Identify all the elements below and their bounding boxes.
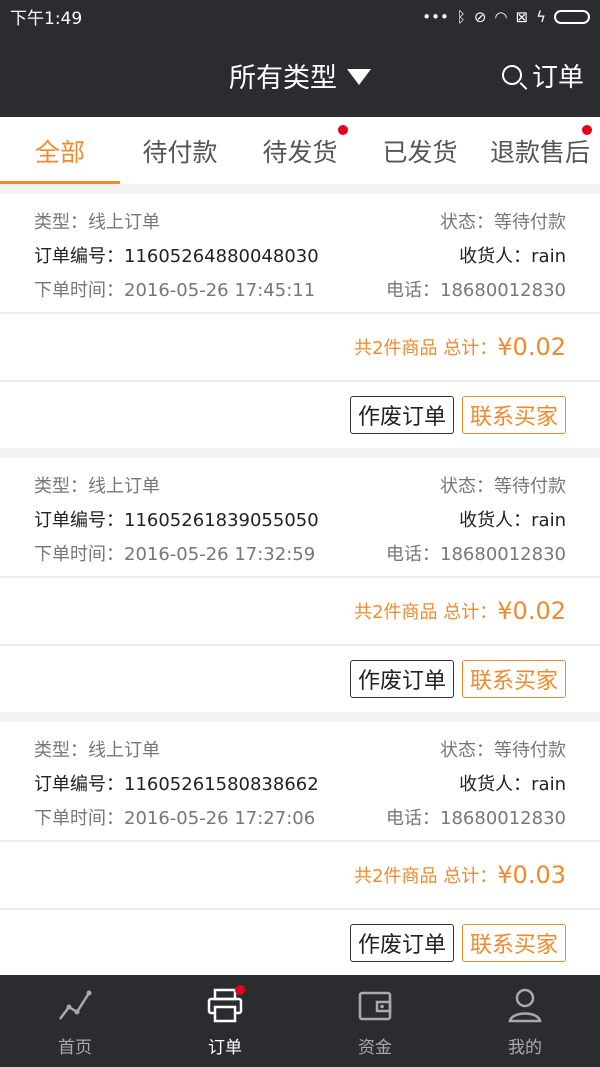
order-search-button[interactable]: 订单 xyxy=(501,33,584,117)
nav-label: 我的 xyxy=(508,1037,542,1058)
tab-label: 退款售后 xyxy=(489,137,590,167)
order-phone: 电话：18680012830 xyxy=(386,280,566,301)
bluetooth-icon: ᛒ xyxy=(456,7,466,26)
order-card[interactable]: 类型：线上订单 状态：等待付款 订单编号：11605264880048030 收… xyxy=(0,194,600,448)
order-time: 下单时间：2016-05-26 17:27:06 xyxy=(34,808,316,829)
tab-label: 待发货 xyxy=(262,137,338,167)
mute-icon: ⊘ xyxy=(473,7,487,26)
contact-buyer-button[interactable]: 联系买家 xyxy=(461,924,566,962)
order-total-label: 共2件商品 总计： xyxy=(354,866,498,887)
order-phone: 电话：18680012830 xyxy=(386,544,566,565)
contact-buyer-button[interactable]: 联系买家 xyxy=(461,660,566,698)
status-icons: ••• ᛒ ⊘ ◠ ⊠ ϟ xyxy=(422,8,590,26)
sim-icon: ⊠ xyxy=(515,7,529,26)
order-total-label: 共2件商品 总计： xyxy=(354,602,498,623)
notification-dot xyxy=(338,125,348,135)
order-receiver: 收货人：rain xyxy=(459,774,566,795)
nav-item-home[interactable]: 首页 xyxy=(0,975,150,1067)
order-receiver: 收货人：rain xyxy=(459,246,566,267)
order-status: 状态：等待付款 xyxy=(440,476,566,497)
order-number: 订单编号：11605264880048030 xyxy=(34,246,319,267)
tab-label: 待付款 xyxy=(142,137,218,167)
tab-shipped[interactable]: 已发货 xyxy=(360,117,480,184)
user-icon xyxy=(508,988,542,1022)
tab-all[interactable]: 全部 xyxy=(0,117,120,184)
nav-label: 订单 xyxy=(208,1037,242,1058)
tab-label: 全部 xyxy=(34,137,85,167)
nav-item-mine[interactable]: 我的 xyxy=(450,975,600,1067)
cancel-order-button[interactable]: 作废订单 xyxy=(349,396,454,434)
order-list: 类型：线上订单 状态：等待付款 订单编号：11605264880048030 收… xyxy=(0,194,600,986)
order-time: 下单时间：2016-05-26 17:45:11 xyxy=(34,280,316,301)
order-actions: 作废订单 联系买家 xyxy=(0,382,600,448)
order-number: 订单编号：11605261580838662 xyxy=(34,774,319,795)
order-info: 类型：线上订单 状态：等待付款 订单编号：11605264880048030 收… xyxy=(0,194,600,314)
contact-buyer-button[interactable]: 联系买家 xyxy=(461,396,566,434)
order-total: 共2件商品 总计： ¥0.03 xyxy=(0,842,600,910)
order-number: 订单编号：11605261839055050 xyxy=(34,510,319,531)
search-icon xyxy=(501,65,522,85)
wifi-icon: ◠ xyxy=(494,7,508,26)
nav-label: 首页 xyxy=(58,1037,92,1058)
tab-pending-payment[interactable]: 待付款 xyxy=(120,117,240,184)
search-label: 订单 xyxy=(531,62,584,93)
status-time: 下午1:49 xyxy=(10,9,83,29)
cancel-order-button[interactable]: 作废订单 xyxy=(349,924,454,962)
nav-item-orders[interactable]: 订单 xyxy=(150,975,300,1067)
order-actions: 作废订单 联系买家 xyxy=(0,646,600,712)
order-receiver: 收货人：rain xyxy=(459,510,566,531)
top-nav: 所有类型 订单 xyxy=(0,33,600,117)
order-total-label: 共2件商品 总计： xyxy=(354,338,498,359)
status-bar: 下午1:49 ••• ᛒ ⊘ ◠ ⊠ ϟ xyxy=(0,0,600,33)
charging-icon: ϟ xyxy=(536,7,546,26)
order-type: 类型：线上订单 xyxy=(34,212,160,233)
printer-icon xyxy=(205,984,245,1025)
tab-refund[interactable]: 退款售后 xyxy=(480,117,600,184)
page-title: 所有类型 xyxy=(229,62,337,94)
more-dots-icon: ••• xyxy=(422,7,449,26)
order-card[interactable]: 类型：线上订单 状态：等待付款 订单编号：11605261580838662 收… xyxy=(0,722,600,976)
wallet-icon xyxy=(358,991,392,1020)
bottom-nav: 首页 订单 资金 我的 xyxy=(0,975,600,1067)
order-info: 类型：线上订单 状态：等待付款 订单编号：11605261580838662 收… xyxy=(0,722,600,842)
nav-item-funds[interactable]: 资金 xyxy=(300,975,450,1067)
order-info: 类型：线上订单 状态：等待付款 订单编号：11605261839055050 收… xyxy=(0,458,600,578)
chart-line-icon xyxy=(59,990,92,1020)
caret-down-icon xyxy=(347,69,371,85)
order-time: 下单时间：2016-05-26 17:32:59 xyxy=(34,544,316,565)
order-status: 状态：等待付款 xyxy=(440,212,566,233)
order-total-amount: ¥0.02 xyxy=(497,333,566,361)
order-phone: 电话：18680012830 xyxy=(386,808,566,829)
order-type: 类型：线上订单 xyxy=(34,740,160,761)
order-total: 共2件商品 总计： ¥0.02 xyxy=(0,314,600,382)
order-total-amount: ¥0.03 xyxy=(497,861,566,889)
order-actions: 作废订单 联系买家 xyxy=(0,910,600,976)
tab-pending-shipment[interactable]: 待发货 xyxy=(240,117,360,184)
order-status: 状态：等待付款 xyxy=(440,740,566,761)
order-type: 类型：线上订单 xyxy=(34,476,160,497)
order-card[interactable]: 类型：线上订单 状态：等待付款 订单编号：11605261839055050 收… xyxy=(0,458,600,712)
tab-label: 已发货 xyxy=(382,137,458,167)
order-total-amount: ¥0.02 xyxy=(497,597,566,625)
notification-dot xyxy=(235,984,245,995)
nav-label: 资金 xyxy=(358,1037,392,1058)
battery-icon xyxy=(554,9,590,24)
notification-dot xyxy=(582,125,592,135)
order-status-tabs: 全部 待付款 待发货 已发货 退款售后 xyxy=(0,117,600,184)
cancel-order-button[interactable]: 作废订单 xyxy=(349,660,454,698)
order-total: 共2件商品 总计： ¥0.02 xyxy=(0,578,600,646)
